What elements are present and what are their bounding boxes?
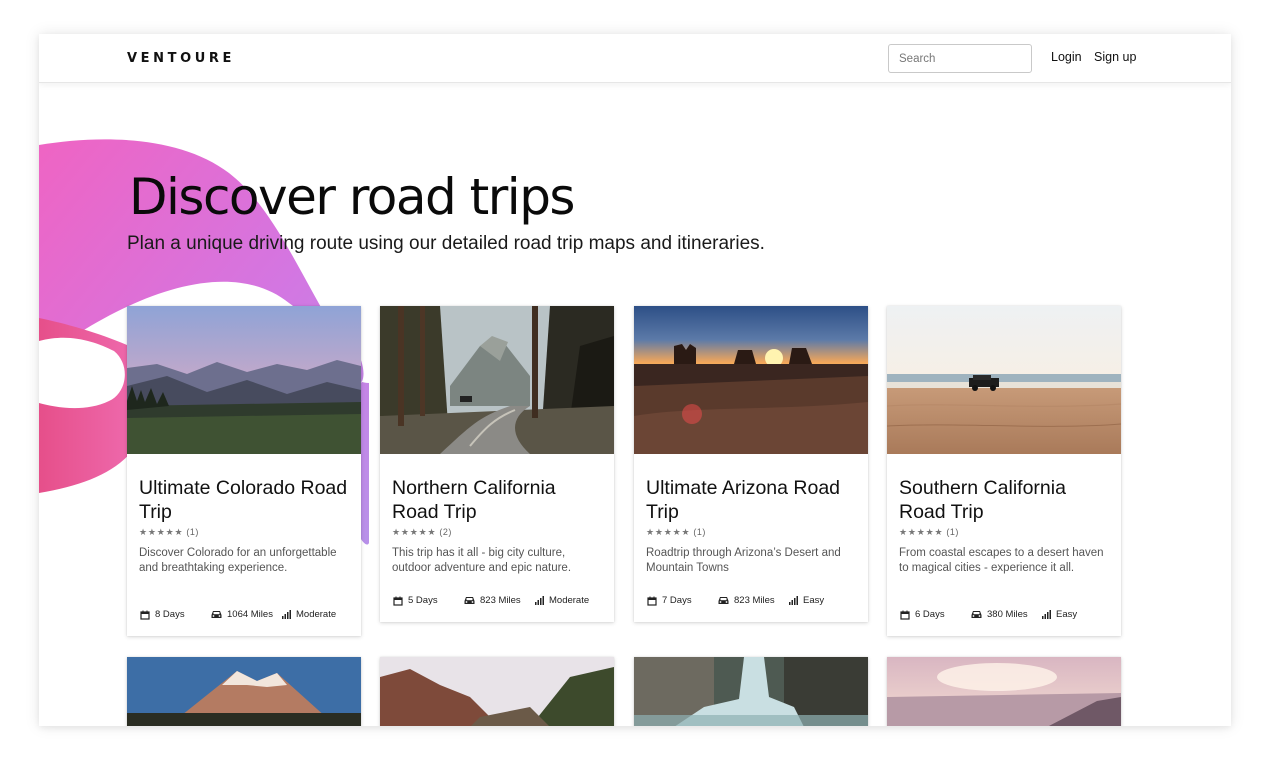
star-rating-icon: ★★★★★ xyxy=(646,527,691,537)
search-input[interactable] xyxy=(888,44,1032,73)
trip-card[interactable]: Northern California Road Trip ★★★★★ (2) … xyxy=(380,306,614,622)
trip-description: This trip has it all - big city culture,… xyxy=(392,547,572,574)
days-info: 6 Days xyxy=(900,609,945,620)
trip-description: Discover Colorado for an unforgettable a… xyxy=(139,547,337,574)
coast-sunset-photo xyxy=(887,657,1121,726)
difficulty-info: Easy xyxy=(789,595,824,606)
snowy-peak-photo xyxy=(127,657,361,726)
trip-meta: 7 Days 823 Miles Easy xyxy=(646,595,860,609)
trip-meta: 8 Days 1064 Miles Moderate xyxy=(139,609,353,623)
trip-card[interactable]: Ultimate Colorado Road Trip ★★★★★ (1) Di… xyxy=(127,306,361,636)
miles-info: 380 Miles xyxy=(971,609,1028,620)
review-count: (1) xyxy=(186,527,199,537)
rating: ★★★★★ (2) xyxy=(392,527,452,538)
car-icon xyxy=(464,597,475,604)
star-rating-icon: ★★★★★ xyxy=(392,527,437,537)
rating: ★★★★★ (1) xyxy=(139,527,199,538)
miles-info: 823 Miles xyxy=(718,595,775,606)
calendar-icon xyxy=(393,596,403,606)
signal-bars-icon xyxy=(1042,610,1051,619)
signal-bars-icon xyxy=(789,596,798,605)
calendar-icon xyxy=(647,596,657,606)
brand-logo[interactable]: VENTOURE xyxy=(127,51,235,66)
calendar-icon xyxy=(140,610,150,620)
trip-title: Ultimate Colorado Road Trip xyxy=(139,477,348,523)
desert-sunset-photo xyxy=(634,306,868,454)
miles-info: 1064 Miles xyxy=(211,609,273,620)
days-info: 5 Days xyxy=(393,595,438,606)
trip-card[interactable] xyxy=(634,657,868,726)
beach-jeep-photo xyxy=(887,306,1121,454)
browser-page: VENTOURE Login Sign up Discover road tri… xyxy=(39,34,1231,726)
trip-title: Ultimate Arizona Road Trip xyxy=(646,477,841,523)
rating: ★★★★★ (1) xyxy=(899,527,959,538)
trip-card[interactable] xyxy=(380,657,614,726)
difficulty-info: Easy xyxy=(1042,609,1077,620)
trip-title: Northern California Road Trip xyxy=(392,477,556,523)
page-title: Discover road trips xyxy=(129,168,576,226)
forest-road-photo xyxy=(380,306,614,454)
days-info: 8 Days xyxy=(140,609,185,620)
mountain-valley-photo xyxy=(127,306,361,454)
signup-link[interactable]: Sign up xyxy=(1094,50,1136,64)
star-rating-icon: ★★★★★ xyxy=(139,527,184,537)
trip-card[interactable] xyxy=(887,657,1121,726)
car-icon xyxy=(971,611,982,618)
page-subtitle: Plan a unique driving route using our de… xyxy=(127,233,765,254)
review-count: (1) xyxy=(693,527,706,537)
canyon-photo xyxy=(380,657,614,726)
star-rating-icon: ★★★★★ xyxy=(899,527,944,537)
days-info: 7 Days xyxy=(647,595,692,606)
trip-meta: 5 Days 823 Miles Moderate xyxy=(392,595,606,609)
trip-description: Roadtrip through Arizona’s Desert and Mo… xyxy=(646,547,841,574)
difficulty-info: Moderate xyxy=(282,609,336,620)
login-link[interactable]: Login xyxy=(1051,50,1082,64)
review-count: (2) xyxy=(439,527,452,537)
signal-bars-icon xyxy=(282,610,291,619)
trip-meta: 6 Days 380 Miles Easy xyxy=(899,609,1113,623)
review-count: (1) xyxy=(946,527,959,537)
car-icon xyxy=(718,597,729,604)
rating: ★★★★★ (1) xyxy=(646,527,706,538)
calendar-icon xyxy=(900,610,910,620)
trip-description: From coastal escapes to a desert haven t… xyxy=(899,547,1104,574)
trip-card[interactable]: Ultimate Arizona Road Trip ★★★★★ (1) Roa… xyxy=(634,306,868,622)
waterfall-photo xyxy=(634,657,868,726)
car-icon xyxy=(211,611,222,618)
difficulty-info: Moderate xyxy=(535,595,589,606)
signal-bars-icon xyxy=(535,596,544,605)
miles-info: 823 Miles xyxy=(464,595,521,606)
trip-title: Southern California Road Trip xyxy=(899,477,1066,523)
trip-card[interactable]: Southern California Road Trip ★★★★★ (1) … xyxy=(887,306,1121,636)
trip-card[interactable] xyxy=(127,657,361,726)
top-navbar: VENTOURE Login Sign up xyxy=(39,34,1231,83)
